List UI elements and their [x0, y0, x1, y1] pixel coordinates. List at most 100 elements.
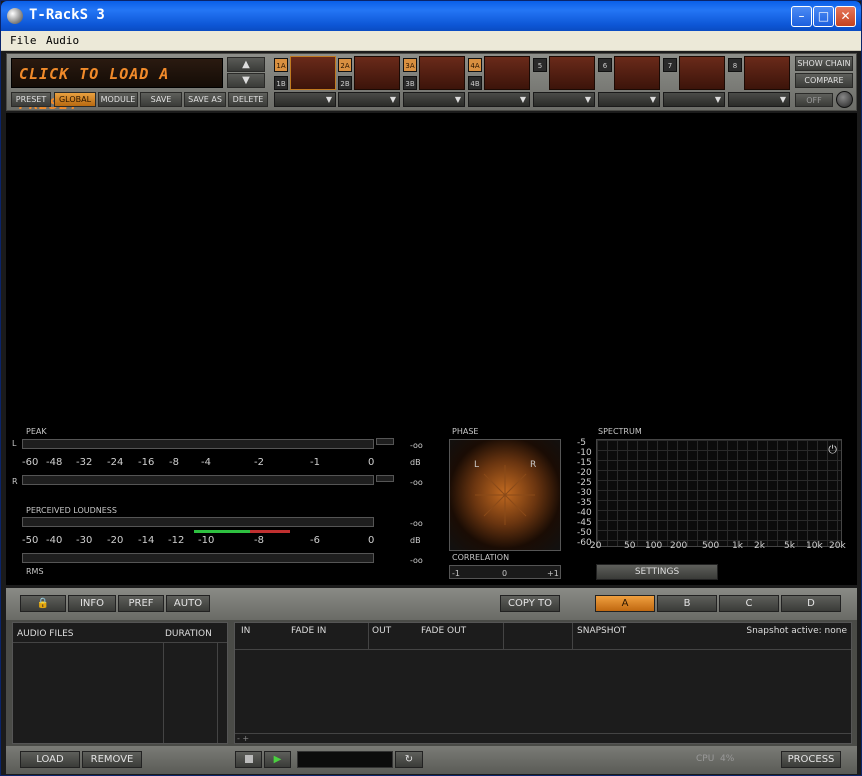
slot-dropdown-1[interactable]: ▼ [274, 92, 336, 107]
peak-db-label: dB [410, 458, 421, 467]
maximize-button[interactable]: □ [813, 6, 834, 27]
stop-button[interactable] [235, 751, 262, 768]
slot-tab-5[interactable]: 5 [533, 58, 547, 72]
preset-display[interactable]: CLICK TO LOAD A PRESET [11, 58, 223, 113]
info-button[interactable]: INFO [68, 595, 116, 612]
slot-tab-6[interactable]: 6 [598, 58, 612, 72]
global-button[interactable]: GLOBAL [54, 92, 96, 107]
module-slot-6[interactable] [614, 56, 660, 90]
peak-scale-label: -4 [201, 457, 211, 468]
snapshot-header: SNAPSHOT [577, 626, 627, 636]
peak-scale-label: -24 [107, 457, 124, 468]
tracks-list[interactable]: IN FADE IN OUT FADE OUT SNAPSHOT Snapsho… [234, 622, 852, 744]
spectrum-y-label: -10 [577, 448, 592, 458]
title-bar[interactable]: T-RackS 3 – □ ✕ [1, 1, 861, 31]
loudness-scale-label: -20 [107, 535, 124, 546]
peak-hold-r[interactable] [376, 475, 394, 482]
slot-tab-2b[interactable]: 2B [338, 76, 352, 90]
preset-button[interactable]: PRESET [11, 92, 51, 107]
lock-button[interactable]: 🔒 [20, 595, 66, 612]
show-chain-button[interactable]: SHOW CHAIN [795, 56, 853, 71]
position-display [297, 751, 393, 768]
loudness-value: -oo [410, 519, 423, 528]
audio-files-list[interactable]: AUDIO FILES DURATION [12, 622, 228, 744]
spectrum-power-icon[interactable]: ⏻ [828, 443, 837, 457]
slot-dropdown-7[interactable]: ▼ [663, 92, 725, 107]
peak-label: PEAK [26, 427, 47, 436]
play-button[interactable]: ▶ [264, 751, 291, 768]
process-button[interactable]: PROCESS [781, 751, 841, 768]
slot-tab-4b[interactable]: 4B [468, 76, 482, 90]
off-button[interactable]: OFF [795, 93, 833, 107]
slot-tab-2a[interactable]: 2A [338, 58, 352, 72]
pref-button[interactable]: PREF [118, 595, 164, 612]
slot-dropdown-2[interactable]: ▼ [338, 92, 400, 107]
peak-scale-label: -8 [169, 457, 179, 468]
slot-tab-1b[interactable]: 1B [274, 76, 288, 90]
slot-3: 3A 3B ▼ [403, 56, 467, 108]
loudness-scale-label: -10 [198, 535, 215, 546]
tracks-zoom-control[interactable]: - + [237, 734, 249, 743]
slot-dropdown-4[interactable]: ▼ [468, 92, 530, 107]
module-slot-3[interactable] [419, 56, 465, 90]
compare-button[interactable]: COMPARE [795, 73, 853, 88]
copy-to-button[interactable]: COPY TO [500, 595, 560, 612]
module-slot-4[interactable] [484, 56, 530, 90]
slot-tab-3a[interactable]: 3A [403, 58, 417, 72]
module-slot-7[interactable] [679, 56, 725, 90]
preset-toolbar: CLICK TO LOAD A PRESET ▲ ▼ PRESET GLOBAL… [6, 53, 857, 113]
remove-button[interactable]: REMOVE [82, 751, 142, 768]
slot-2: 2A 2B ▼ [338, 56, 402, 108]
delete-button[interactable]: DELETE [228, 92, 268, 107]
phase-l-label: L [474, 460, 480, 470]
spectrum-y-label: -35 [577, 498, 592, 508]
files-scroll-divider [217, 642, 218, 743]
menu-file[interactable]: File [10, 34, 37, 47]
spectrum-y-label: -5 [577, 438, 586, 448]
spectrum-settings-button[interactable]: SETTINGS [596, 564, 718, 580]
minimize-button[interactable]: – [791, 6, 812, 27]
menu-audio[interactable]: Audio [46, 34, 79, 47]
spectrum-analyzer: ⏻ [596, 439, 842, 547]
module-slot-1[interactable] [290, 56, 336, 90]
tracks-divider-2 [503, 623, 504, 649]
snapshot-d-button[interactable]: D [781, 595, 841, 612]
module-slot-5[interactable] [549, 56, 595, 90]
preset-up-button[interactable]: ▲ [227, 57, 265, 72]
loudness-scale-label: -12 [168, 535, 185, 546]
power-knob-icon[interactable] [836, 91, 853, 108]
snapshot-c-button[interactable]: C [719, 595, 779, 612]
load-button[interactable]: LOAD [20, 751, 80, 768]
slot-tab-8[interactable]: 8 [728, 58, 742, 72]
module-slot-8[interactable] [744, 56, 790, 90]
spectrum-x-label: 20k [829, 541, 846, 551]
bottom-bar: LOAD REMOVE ▶ ↻ CPU 4% PROCESS [6, 746, 857, 774]
slot-tab-7[interactable]: 7 [663, 58, 677, 72]
menu-bar: File Audio [1, 31, 861, 51]
preset-down-button[interactable]: ▼ [227, 73, 265, 88]
module-button[interactable]: MODULE [98, 92, 138, 107]
slot-tab-3b[interactable]: 3B [403, 76, 417, 90]
save-button[interactable]: SAVE [140, 92, 182, 107]
module-slot-2[interactable] [354, 56, 400, 90]
snapshot-a-button[interactable]: A [595, 595, 655, 612]
slot-tab-1a[interactable]: 1A [274, 58, 288, 72]
auto-button[interactable]: AUTO [166, 595, 210, 612]
fade-out-header: FADE OUT [421, 626, 467, 636]
files-panel: AUDIO FILES DURATION IN FADE IN OUT FADE… [6, 620, 857, 746]
tracks-footer-divider [235, 733, 851, 734]
spectrum-x-label: 50 [624, 541, 636, 551]
transport-toolbar: 🔒 INFO PREF AUTO COPY TO A B C D [6, 588, 857, 620]
peak-hold-l[interactable] [376, 438, 394, 445]
snapshot-b-button[interactable]: B [657, 595, 717, 612]
slot-dropdown-5[interactable]: ▼ [533, 92, 595, 107]
slot-tab-4a[interactable]: 4A [468, 58, 482, 72]
phase-label: PHASE [452, 427, 479, 436]
loop-button[interactable]: ↻ [395, 751, 423, 768]
slot-dropdown-8[interactable]: ▼ [728, 92, 790, 107]
loop-icon: ↻ [404, 754, 414, 765]
slot-dropdown-6[interactable]: ▼ [598, 92, 660, 107]
close-button[interactable]: ✕ [835, 6, 856, 27]
slot-dropdown-3[interactable]: ▼ [403, 92, 465, 107]
save-as-button[interactable]: SAVE AS [184, 92, 226, 107]
